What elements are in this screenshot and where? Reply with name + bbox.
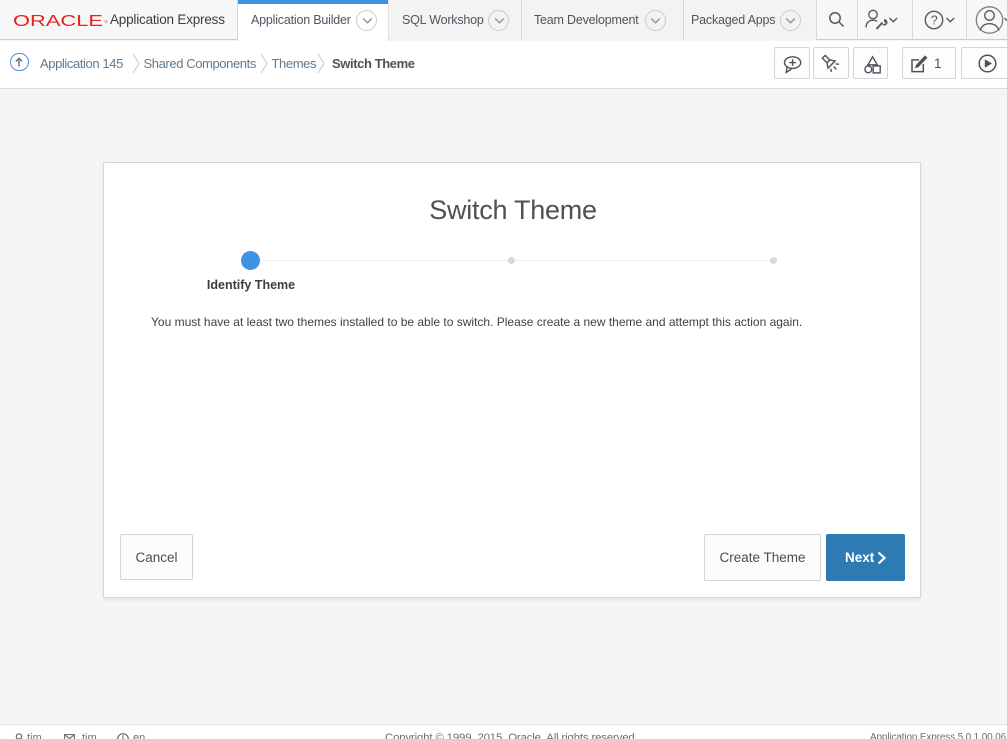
- svg-text:ORACLE: ORACLE: [13, 13, 103, 30]
- svg-text:?: ?: [931, 14, 938, 28]
- svg-text:®: ®: [105, 19, 109, 25]
